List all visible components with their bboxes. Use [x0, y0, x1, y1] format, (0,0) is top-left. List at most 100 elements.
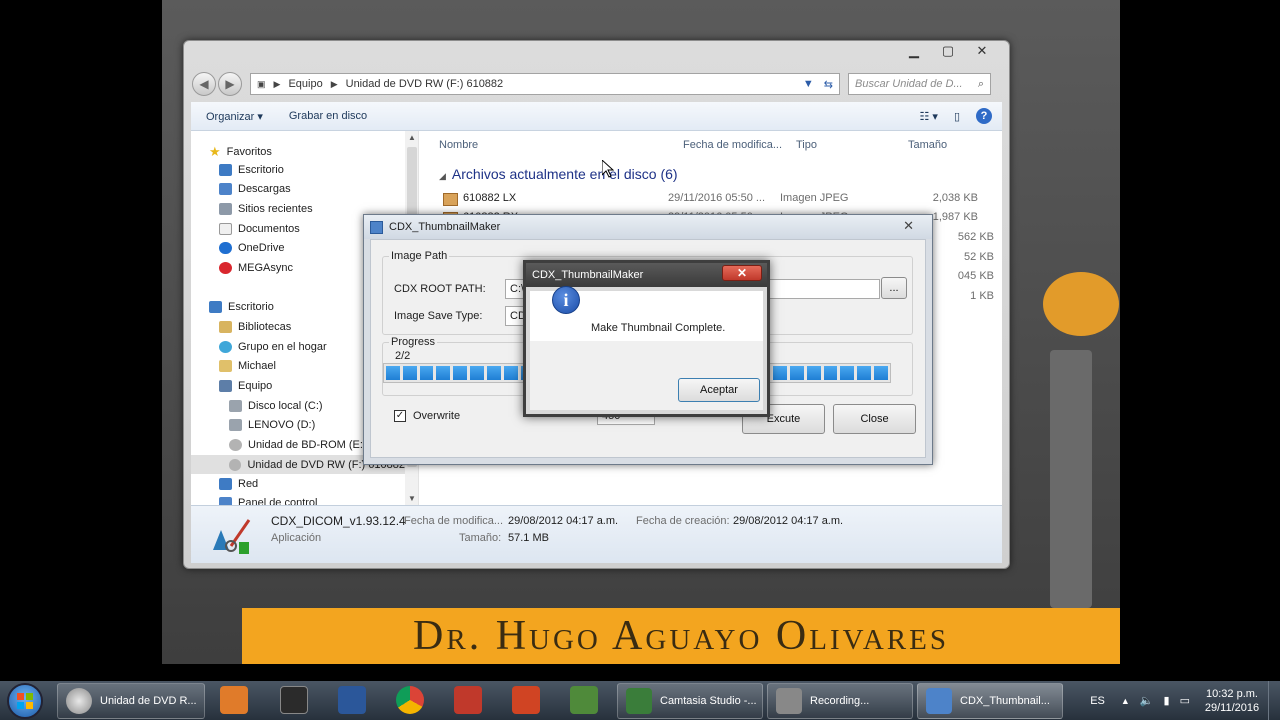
- clock[interactable]: 10:32 p.m. 29/11/2016: [1196, 687, 1268, 715]
- back-button[interactable]: ◀: [192, 72, 216, 96]
- ok-button[interactable]: Aceptar: [678, 378, 760, 402]
- tray-expand-icon[interactable]: ▲: [1121, 696, 1130, 706]
- breadcrumb-computer[interactable]: Equipo: [288, 78, 322, 90]
- progress-segment: [419, 366, 434, 380]
- screen: Dr. Hugo Aguayo Olivares ▁ ▢ ✕ ◀ ▶ ▣ ▶ E…: [0, 0, 1280, 720]
- app-icon: [370, 220, 383, 234]
- network-icon[interactable]: ▮: [1164, 694, 1170, 707]
- start-button[interactable]: [7, 683, 43, 719]
- desktop-icon: [219, 164, 232, 176]
- chevron-right-icon: ▶: [273, 78, 281, 89]
- search-input[interactable]: Buscar Unidad de D... ⌕: [848, 73, 991, 95]
- libraries-icon: [219, 321, 232, 333]
- nav-megasync[interactable]: MEGAsync: [219, 262, 293, 274]
- power-icon[interactable]: ▭: [1180, 694, 1190, 707]
- column-size[interactable]: Tamaño: [908, 139, 947, 151]
- nav-desktop[interactable]: Escritorio: [219, 164, 284, 176]
- nav-recent[interactable]: Sitios recientes: [219, 203, 313, 215]
- word-icon[interactable]: [338, 686, 366, 714]
- save-type-label: Image Save Type:: [394, 310, 483, 322]
- forward-button[interactable]: ▶: [218, 72, 242, 96]
- nav-computer[interactable]: Equipo: [219, 380, 272, 392]
- progress-segment: [840, 366, 855, 380]
- nav-drive-c[interactable]: Disco local (C:): [229, 400, 323, 412]
- photos-icon[interactable]: [570, 686, 598, 714]
- acrobat-icon[interactable]: [454, 686, 482, 714]
- taskbar-item-thumbnail[interactable]: CDX_Thumbnail...: [917, 683, 1063, 719]
- close-icon[interactable]: ✕: [903, 218, 914, 234]
- nav-drive-e[interactable]: Unidad de BD-ROM (E:): [229, 439, 367, 451]
- column-type[interactable]: Tipo: [796, 139, 817, 151]
- drive-icon: [229, 419, 242, 431]
- user-folder-icon: [219, 360, 232, 372]
- column-date[interactable]: Fecha de modifica...: [683, 139, 782, 151]
- message-dialog: CDX_ThumbnailMaker ✕ i Make Thumbnail Co…: [523, 260, 770, 417]
- detail-created-label: Fecha de creación:: [636, 515, 730, 527]
- close-button[interactable]: ✕: [965, 42, 999, 59]
- dvd-drive-icon: [66, 688, 92, 714]
- media-player-icon[interactable]: [220, 686, 248, 714]
- table-row[interactable]: 610882 LX 29/11/2016 05:50 ... Imagen JPEG…: [443, 188, 1002, 207]
- minimize-button[interactable]: ▁: [897, 42, 931, 59]
- taskbar-item-camtasia[interactable]: Camtasia Studio -...: [617, 683, 763, 719]
- nav-downloads[interactable]: Descargas: [219, 183, 291, 195]
- preview-pane-icon[interactable]: ▯: [954, 110, 960, 123]
- show-desktop-button[interactable]: [1268, 681, 1280, 720]
- volume-icon[interactable]: 🔈: [1140, 694, 1154, 707]
- progress-segment: [402, 366, 417, 380]
- detail-modified-label: Fecha de modifica...: [404, 515, 504, 527]
- language-indicator[interactable]: ES: [1090, 695, 1105, 707]
- window-titlebar: CDX_ThumbnailMaker ✕: [364, 215, 932, 239]
- nav-control-panel[interactable]: Panel de control: [219, 497, 318, 505]
- help-icon[interactable]: ?: [976, 108, 992, 124]
- address-bar[interactable]: ▣ ▶ Equipo ▶ Unidad de DVD RW (F:) 61088…: [250, 73, 840, 95]
- overwrite-checkbox[interactable]: ✓: [394, 410, 406, 422]
- nav-homegroup[interactable]: Grupo en el hogar: [219, 341, 327, 353]
- nav-documents[interactable]: Documentos: [219, 223, 300, 235]
- homegroup-icon: [219, 341, 232, 353]
- mouse-cursor-icon: [602, 160, 614, 178]
- close-button[interactable]: Close: [833, 404, 916, 434]
- progress-segment: [773, 366, 787, 380]
- powerpoint-icon[interactable]: [512, 686, 540, 714]
- scroll-down-icon[interactable]: ▼: [408, 494, 416, 503]
- column-name[interactable]: Nombre: [439, 139, 478, 151]
- nav-onedrive[interactable]: OneDrive: [219, 242, 284, 254]
- nav-desktop-root[interactable]: Escritorio: [209, 301, 274, 313]
- taskbar: Unidad de DVD R... Camtasia Studio -... …: [0, 681, 1280, 720]
- organize-menu[interactable]: Organizar ▾: [206, 110, 263, 123]
- nav-user[interactable]: Michael: [219, 360, 276, 372]
- taskbar-item-recording[interactable]: Recording...: [767, 683, 913, 719]
- taskbar-item-explorer[interactable]: Unidad de DVD R...: [57, 683, 205, 719]
- dialog-message: Make Thumbnail Complete.: [591, 322, 726, 334]
- progress-segment: [436, 366, 451, 380]
- scroll-up-icon[interactable]: ▲: [408, 133, 416, 142]
- bd-drive-icon: [229, 439, 242, 451]
- dvd-drive-icon: [229, 458, 242, 471]
- nav-network[interactable]: Red: [219, 478, 258, 490]
- chrome-icon[interactable]: [396, 686, 424, 714]
- nav-libraries[interactable]: Bibliotecas: [219, 321, 291, 333]
- root-path-label: CDX ROOT PATH:: [394, 283, 486, 295]
- browse-button[interactable]: ...: [881, 277, 907, 299]
- search-placeholder: Buscar Unidad de D...: [855, 78, 963, 90]
- computer-icon: [219, 380, 232, 392]
- group-header[interactable]: ◢ Archivos actualmente en el disco (6): [439, 166, 678, 182]
- dropdown-arrow-icon[interactable]: ▼: [803, 78, 814, 90]
- nav-favorites[interactable]: ★ Favoritos: [209, 144, 272, 160]
- details-pane: CDX_DICOM_v1.93.12.4 Aplicación Fecha de…: [191, 505, 1002, 563]
- notepad-icon[interactable]: [280, 686, 308, 714]
- recent-places-icon: [219, 203, 232, 215]
- name-banner: Dr. Hugo Aguayo Olivares: [242, 608, 1120, 664]
- refresh-icon[interactable]: ⇆: [824, 78, 833, 91]
- collapse-icon: ◢: [439, 171, 446, 181]
- burn-button[interactable]: Grabar en disco: [289, 110, 367, 122]
- detail-modified-value: 29/08/2012 04:17 a.m.: [508, 515, 619, 527]
- progress-segment: [823, 366, 838, 380]
- maximize-button[interactable]: ▢: [931, 42, 965, 59]
- breadcrumb-drive[interactable]: Unidad de DVD RW (F:) 610882: [346, 78, 504, 90]
- nav-drive-d[interactable]: LENOVO (D:): [229, 419, 315, 431]
- close-icon[interactable]: ✕: [722, 265, 762, 281]
- overwrite-label: Overwrite: [413, 410, 461, 422]
- view-options-icon[interactable]: ☷ ▾: [919, 110, 937, 123]
